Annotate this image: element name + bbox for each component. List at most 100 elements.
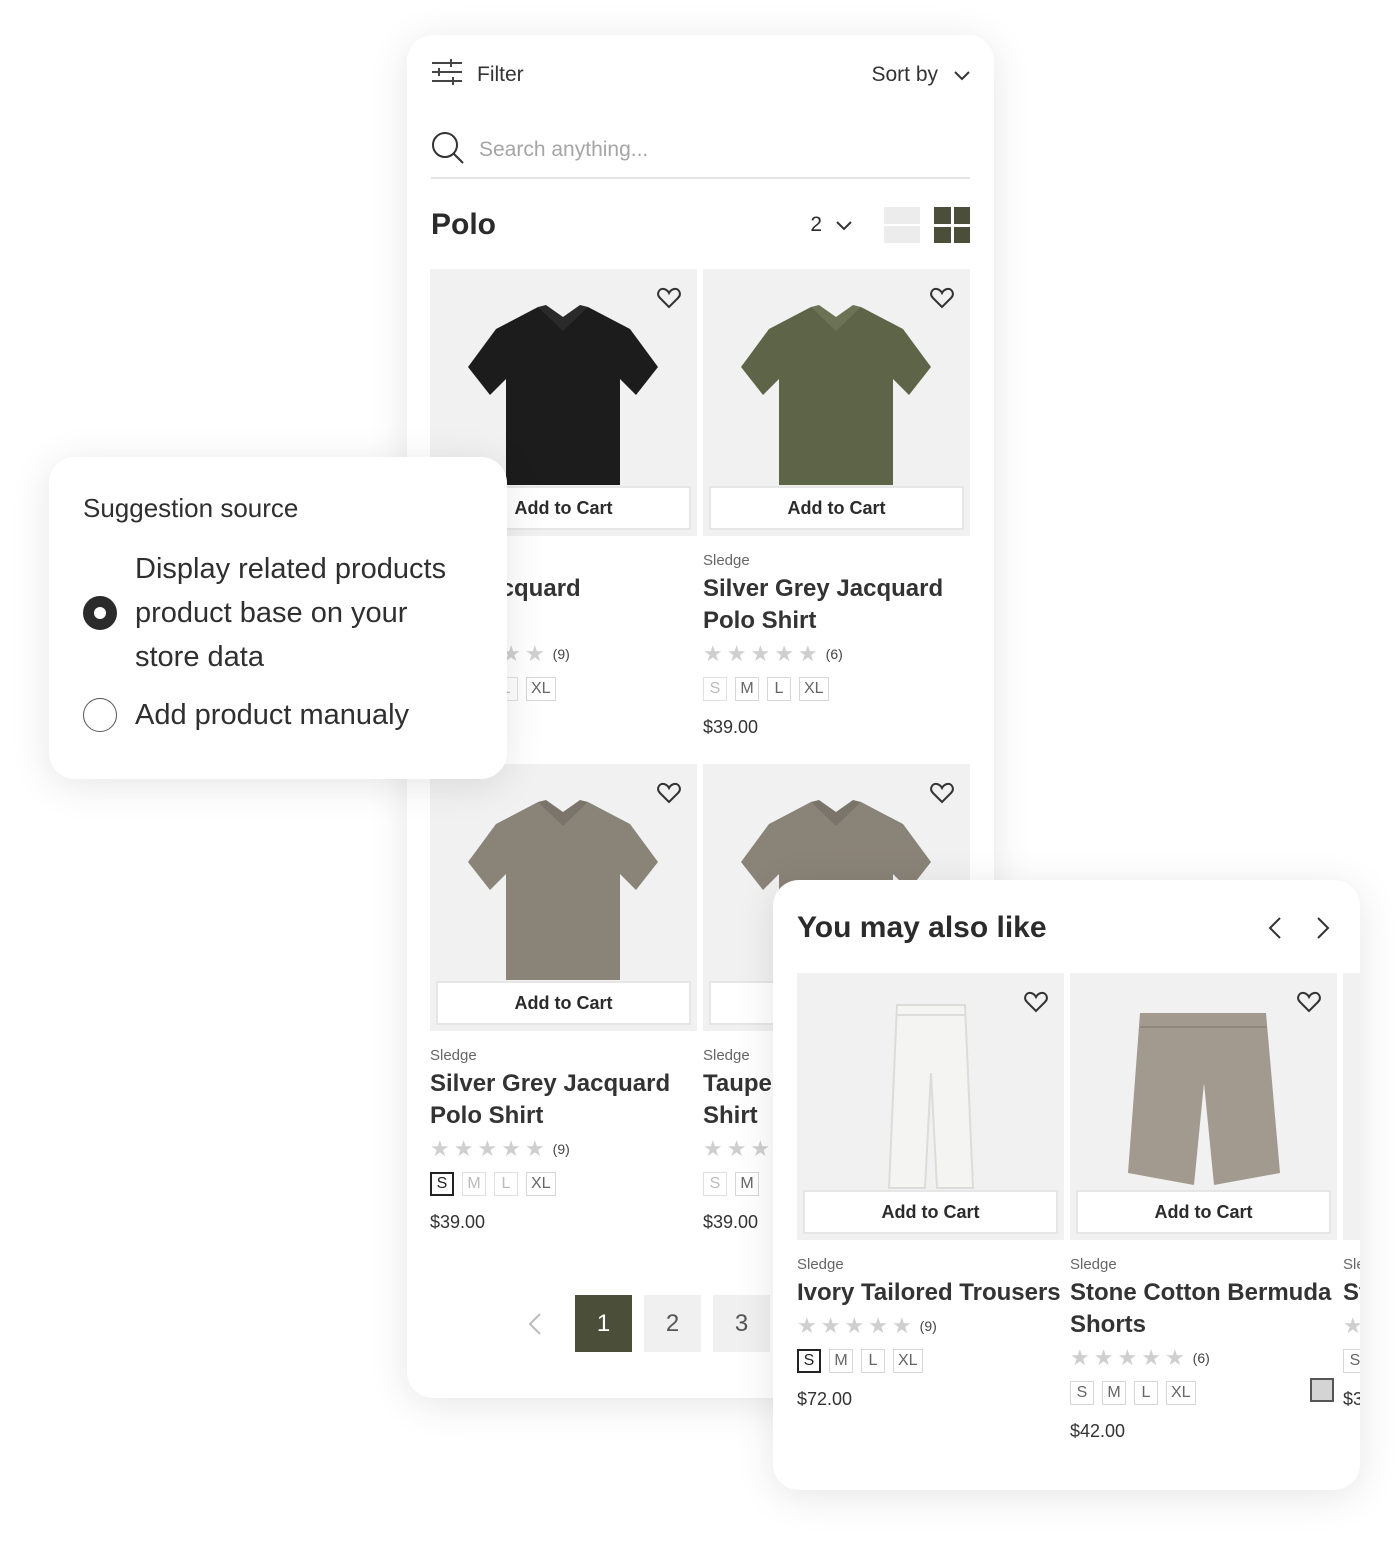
heart-icon[interactable] <box>930 782 954 809</box>
sort-dropdown[interactable]: Sort by <box>871 63 970 87</box>
product-card: Add to Cart Sledge Ivory Tailored Trouse… <box>797 973 1064 1410</box>
size-option[interactable]: M <box>735 1172 759 1196</box>
radio-option-store-data[interactable]: Display related products product base on … <box>83 547 446 679</box>
product-image[interactable]: Add to Cart <box>703 269 970 536</box>
star-icon: ★ <box>1093 1345 1114 1370</box>
product-brand: Sledge <box>430 1047 477 1064</box>
radio-label: Add product manualy <box>135 699 410 731</box>
star-icon: ★ <box>797 641 818 666</box>
size-option[interactable]: M <box>1102 1381 1126 1405</box>
product-name[interactable]: Ivory Tailored Trousers <box>797 1277 1064 1309</box>
product-name-line: Stone Cotton Bermuda <box>1070 1279 1332 1306</box>
heart-icon[interactable] <box>1297 991 1321 1018</box>
radio-unselected[interactable] <box>83 698 117 732</box>
size-options: S M L XL <box>797 1349 1064 1373</box>
view-controls: 2 <box>810 207 970 243</box>
chevron-left-icon[interactable] <box>507 1296 563 1352</box>
chevron-right-icon[interactable] <box>1310 913 1336 943</box>
product-image[interactable]: Add to Cart <box>797 973 1064 1240</box>
heart-icon[interactable] <box>1024 991 1048 1018</box>
radio-selected[interactable] <box>83 596 117 630</box>
product-brand: Sle <box>1343 1256 1360 1273</box>
size-option[interactable]: XL <box>526 1172 556 1196</box>
suggestion-title: Suggestion source <box>83 493 299 523</box>
size-option[interactable]: S <box>703 677 727 701</box>
star-icon: ★ <box>820 1313 841 1338</box>
per-row-dropdown[interactable]: 2 <box>810 213 852 237</box>
heart-icon[interactable] <box>657 782 681 809</box>
product-card: Add to Cart Sledge Silver Grey Jacquard P… <box>430 764 697 1233</box>
page-button[interactable]: 3 <box>713 1295 770 1352</box>
size-options: S M L XL <box>430 1172 697 1196</box>
add-to-cart-button[interactable]: Add to Cart <box>436 981 691 1025</box>
star-icon: ★ <box>524 1136 545 1161</box>
star-icon: ★ <box>703 1136 723 1161</box>
star-icon: ★ <box>703 641 723 666</box>
rating: ★ ★ ★ ★ ★ (6) <box>1070 1347 1337 1369</box>
size-option[interactable]: L <box>494 1172 518 1196</box>
product-name-line: Silver Grey Jacquard <box>430 1070 671 1097</box>
list-view-toggle[interactable] <box>884 207 920 243</box>
size-option[interactable]: XL <box>799 677 829 701</box>
size-option[interactable]: M <box>735 677 759 701</box>
page-button[interactable]: 2 <box>644 1295 701 1352</box>
size-option[interactable]: M <box>462 1172 486 1196</box>
product-price: $72.00 <box>797 1389 853 1409</box>
product-image[interactable]: Add to Cart <box>1070 973 1337 1240</box>
product-name-line: Polo Shirt <box>430 1102 544 1129</box>
size-option[interactable]: XL <box>893 1349 923 1373</box>
add-to-cart-button[interactable]: Add to Cart <box>709 486 964 530</box>
radio-option-manual[interactable]: Add product manualy <box>83 693 409 737</box>
star-icon: ★ <box>868 1313 888 1338</box>
size-option[interactable]: L <box>861 1349 885 1373</box>
rating-count: (6) <box>1192 1350 1210 1366</box>
size-option[interactable]: S <box>1070 1381 1094 1405</box>
star-icon: ★ <box>453 1136 474 1161</box>
chevron-left-icon[interactable] <box>1262 913 1288 943</box>
toolbar: Filter Sort by <box>431 55 970 95</box>
product-image[interactable]: Add to Cart <box>430 764 697 1031</box>
rating-count: (9) <box>552 1141 570 1157</box>
star-icon: ★ <box>1343 1313 1360 1338</box>
size-option[interactable]: S <box>430 1172 454 1196</box>
size-options: S M L XL <box>703 677 970 701</box>
product-price: $42.00 <box>1070 1421 1126 1441</box>
size-options: S M L XL <box>1070 1381 1337 1405</box>
color-swatch[interactable] <box>1310 1378 1334 1402</box>
size-option[interactable]: XL <box>1166 1381 1196 1405</box>
heart-icon[interactable] <box>657 287 681 314</box>
product-name-line: Shorts <box>1070 1311 1147 1338</box>
carousel-arrows <box>1262 913 1336 943</box>
also-like-title: You may also like <box>797 911 1047 944</box>
heart-icon[interactable] <box>930 287 954 314</box>
size-option[interactable]: S <box>703 1172 727 1196</box>
search-icon <box>431 131 465 170</box>
star-icon: ★ <box>430 1136 450 1161</box>
search-input[interactable] <box>479 138 879 162</box>
size-option[interactable]: S <box>797 1349 821 1373</box>
rating-count: (6) <box>825 646 843 662</box>
size-option[interactable]: M <box>829 1349 853 1373</box>
product-card: Sle St ★ S $3 <box>1343 973 1360 1410</box>
sort-label: Sort by <box>871 63 938 86</box>
rating: ★ <box>1343 1315 1360 1337</box>
size-option[interactable]: XL <box>526 677 556 701</box>
product-name[interactable]: Silver Grey Jacquard Polo Shirt <box>703 573 970 637</box>
product-image[interactable] <box>1343 973 1360 1240</box>
size-option[interactable]: L <box>767 677 791 701</box>
star-icon: ★ <box>1164 1345 1185 1370</box>
page-button[interactable]: 1 <box>575 1295 632 1352</box>
grid-view-toggle[interactable] <box>934 207 970 243</box>
add-to-cart-button[interactable]: Add to Cart <box>803 1190 1058 1234</box>
product-name[interactable]: Stone Cotton Bermuda Shorts <box>1070 1277 1337 1341</box>
product-name[interactable]: St <box>1343 1277 1360 1309</box>
size-option[interactable]: S <box>1343 1349 1360 1373</box>
product-price: $3 <box>1343 1389 1360 1409</box>
per-row-value: 2 <box>810 213 822 236</box>
size-option[interactable]: L <box>1134 1381 1158 1405</box>
product-card: Add to Cart Sledge Silver Grey Jacquard P… <box>703 269 970 738</box>
filter-button[interactable]: Filter <box>431 58 524 92</box>
add-to-cart-button[interactable]: Add to Cart <box>1076 1190 1331 1234</box>
product-name[interactable]: Silver Grey Jacquard Polo Shirt <box>430 1068 697 1132</box>
rating: ★★★★★ (9) <box>797 1315 1064 1337</box>
